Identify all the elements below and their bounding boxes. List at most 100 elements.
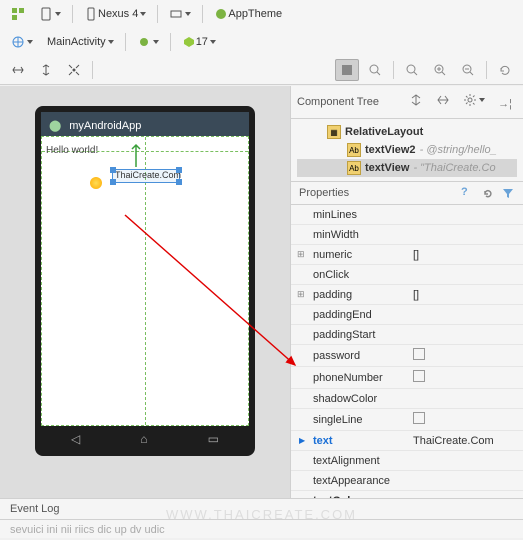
tree-item-value: - "ThaiCreate.Co xyxy=(413,162,495,174)
property-name: minWidth xyxy=(313,229,413,241)
orientation-button[interactable] xyxy=(34,3,66,25)
property-name: shadowColor xyxy=(313,393,413,405)
properties-title: Properties xyxy=(299,187,349,199)
api-label: 17 xyxy=(196,36,208,48)
property-name: padding xyxy=(313,289,413,301)
property-row[interactable]: phoneNumber xyxy=(291,367,523,389)
property-value[interactable]: [] xyxy=(413,249,517,261)
expand-button[interactable] xyxy=(62,59,86,81)
property-value[interactable] xyxy=(413,412,517,427)
textview-icon: Ab xyxy=(347,161,361,175)
property-row[interactable]: paddingStart xyxy=(291,325,523,345)
property-value[interactable] xyxy=(413,370,517,385)
help-icon[interactable]: ? xyxy=(461,186,475,200)
property-row[interactable]: padding[] xyxy=(291,285,523,305)
property-value[interactable]: ThaiCreate.Com xyxy=(413,435,517,447)
checkbox[interactable] xyxy=(413,412,425,424)
tree-item-name: textView2 xyxy=(365,144,416,156)
activity-label: MainActivity xyxy=(47,36,106,48)
component-tree-actions: →¦ xyxy=(404,89,517,115)
toolbar-row-3 xyxy=(0,56,523,84)
properties-list[interactable]: minLinesminWidthnumeric[]onClickpadding[… xyxy=(291,205,523,498)
tree-item[interactable]: AbtextView- "ThaiCreate.Co xyxy=(297,159,517,177)
device-frame: ⬤ myAndroidApp Hello world! ThaiCreate.C… xyxy=(35,106,255,456)
constraint-arrow-icon xyxy=(128,141,144,169)
property-row[interactable]: textAppearance xyxy=(291,471,523,491)
zoom-fit-button[interactable] xyxy=(363,59,387,81)
tree-item-value: - @string/hello_ xyxy=(420,144,497,156)
property-row[interactable]: textAlignment xyxy=(291,451,523,471)
theme-label: AppTheme xyxy=(228,8,282,20)
tree-item-name: RelativeLayout xyxy=(345,126,423,138)
device-label: Nexus 4 xyxy=(98,8,138,20)
zoom-actual-button[interactable] xyxy=(400,59,424,81)
filter-icon[interactable] xyxy=(501,186,515,200)
property-name: text xyxy=(313,435,413,447)
nav-recent-icon[interactable]: ▭ xyxy=(208,432,219,446)
event-log-tab[interactable]: Event Log xyxy=(0,499,523,520)
property-name: minLines xyxy=(313,209,413,221)
property-row[interactable]: ▶ textThaiCreate.Com xyxy=(291,431,523,451)
property-name: textAlignment xyxy=(313,455,413,467)
selected-text-content: ThaiCreate.Com xyxy=(115,170,181,180)
property-row[interactable]: paddingEnd xyxy=(291,305,523,325)
zoom-mode-button[interactable] xyxy=(335,59,359,81)
tree-item[interactable]: ▦ RelativeLayout xyxy=(297,123,517,141)
property-name: textAppearance xyxy=(313,475,413,487)
expand-vert-button[interactable] xyxy=(404,89,428,111)
property-row[interactable]: minLines xyxy=(291,205,523,225)
selected-textview[interactable]: ThaiCreate.Com xyxy=(112,169,180,183)
gear-button[interactable] xyxy=(458,89,490,111)
device-selector[interactable]: Nexus 4 xyxy=(79,3,151,25)
property-row[interactable]: textColor xyxy=(291,491,523,498)
property-name: paddingEnd xyxy=(313,309,413,321)
nav-home-icon[interactable]: ⌂ xyxy=(140,432,147,446)
variant-button[interactable] xyxy=(132,31,164,53)
textview2-preview[interactable]: Hello world! xyxy=(46,145,98,156)
app-title-bar: ⬤ myAndroidApp xyxy=(41,112,249,136)
property-row[interactable]: numeric[] xyxy=(291,245,523,265)
property-name: paddingStart xyxy=(313,329,413,341)
status-text: sevuici ini nii riics dic up dv udic xyxy=(0,520,523,540)
textview-icon: Ab xyxy=(347,143,361,157)
toolbar-row-2: MainActivity 17 xyxy=(0,28,523,56)
toggle-height-button[interactable] xyxy=(34,59,58,81)
collapse-button[interactable]: →¦ xyxy=(493,93,517,115)
component-tree-header: Component Tree →¦ xyxy=(291,86,523,119)
property-name: password xyxy=(313,350,413,362)
config-button[interactable] xyxy=(164,3,196,25)
component-tree[interactable]: ▦ RelativeLayout Ab textView2 - @string/hell… xyxy=(291,119,523,182)
tree-item[interactable]: Ab textView2 - @string/hello_ xyxy=(297,141,517,159)
zoom-out-button[interactable] xyxy=(456,59,480,81)
activity-selector[interactable]: MainActivity xyxy=(42,31,119,53)
checkbox[interactable] xyxy=(413,370,425,382)
locale-button[interactable] xyxy=(6,31,38,53)
app-icon: ⬤ xyxy=(49,120,61,132)
property-value[interactable] xyxy=(413,348,517,363)
layout-icon: ▦ xyxy=(327,125,341,139)
toggle-width-button[interactable] xyxy=(6,59,30,81)
nav-back-icon[interactable]: ◁ xyxy=(71,432,80,446)
property-value[interactable]: [] xyxy=(413,289,517,301)
top-toolbar: Nexus 4 AppTheme MainActivity 17 xyxy=(0,0,523,85)
property-row[interactable]: shadowColor xyxy=(291,389,523,409)
property-row[interactable]: onClick xyxy=(291,265,523,285)
palette-button[interactable] xyxy=(6,3,30,25)
zoom-in-button[interactable] xyxy=(428,59,452,81)
device-nav-bar: ◁ ⌂ ▭ xyxy=(41,428,249,450)
property-name: onClick xyxy=(313,269,413,281)
expand-horiz-button[interactable] xyxy=(431,89,455,111)
property-row[interactable]: password xyxy=(291,345,523,367)
hint-bulb-icon[interactable] xyxy=(90,177,102,189)
restore-icon[interactable] xyxy=(481,186,495,200)
property-row[interactable]: minWidth xyxy=(291,225,523,245)
checkbox[interactable] xyxy=(413,348,425,360)
property-row[interactable]: singleLine xyxy=(291,409,523,431)
property-marker-icon: ▶ xyxy=(299,436,305,445)
device-screen[interactable]: Hello world! ThaiCreate.Com xyxy=(41,136,249,426)
design-surface[interactable]: ⬤ myAndroidApp Hello world! ThaiCreate.C… xyxy=(0,86,290,498)
refresh-button[interactable] xyxy=(493,59,517,81)
main-split: ⬤ myAndroidApp Hello world! ThaiCreate.C… xyxy=(0,86,523,498)
api-selector[interactable]: 17 xyxy=(177,31,221,53)
theme-selector[interactable]: AppTheme xyxy=(209,3,287,25)
